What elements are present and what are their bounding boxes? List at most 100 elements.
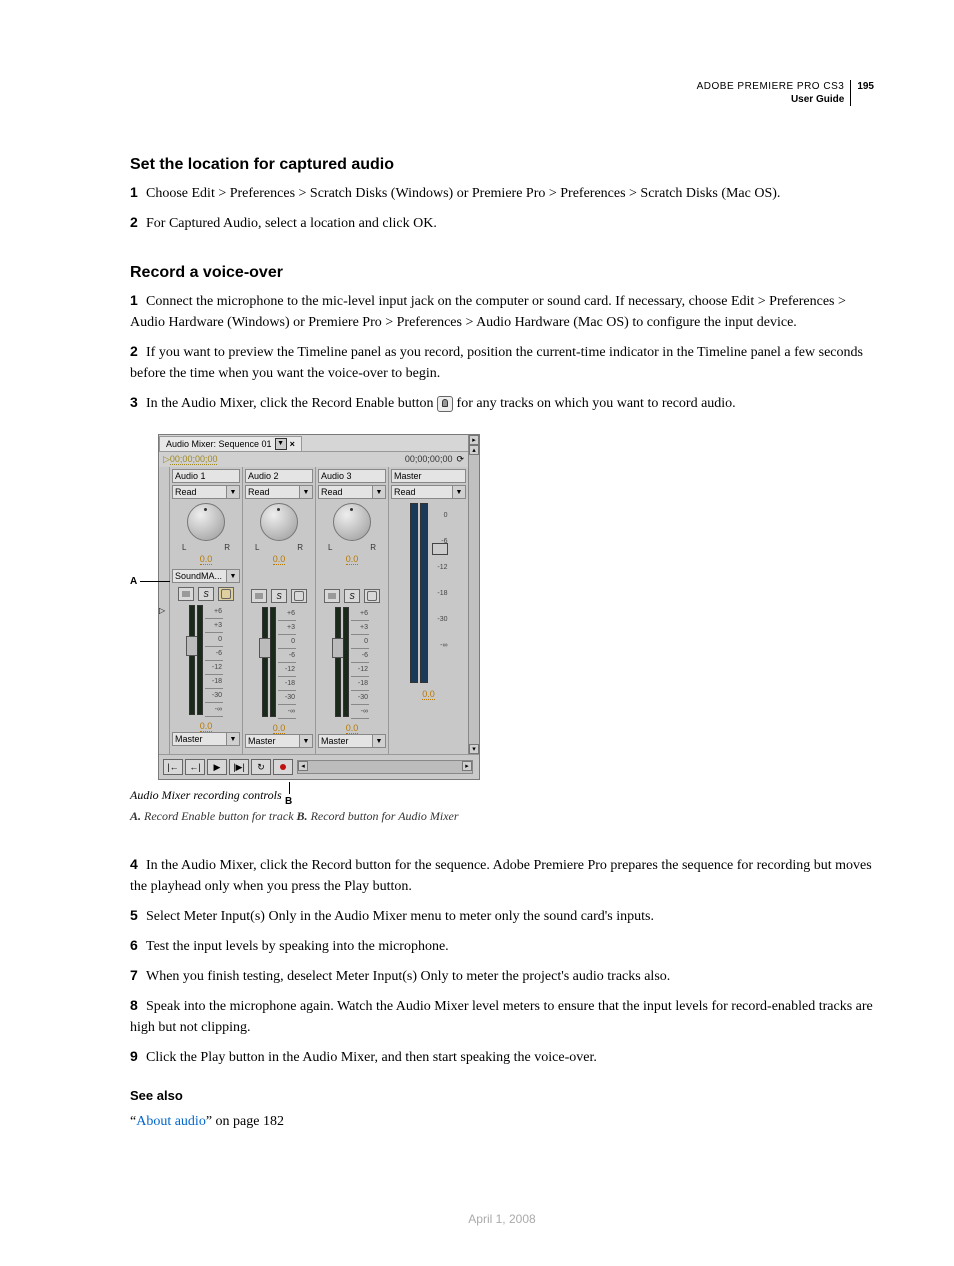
step-number: 2 [130,341,146,362]
step-text: Test the input levels by speaking into t… [146,939,449,954]
step-number: 6 [130,935,146,956]
scroll-up-icon[interactable]: ▴ [469,445,479,455]
pan-knob[interactable] [260,503,298,541]
chevron-down-icon: ▼ [227,569,240,583]
step: 7When you finish testing, deselect Meter… [130,965,874,987]
step-text: Click the Play button in the Audio Mixer… [146,1050,597,1065]
master-column: Master Read▼ 0-6-12-18-30-∞ 0.0 [389,467,468,754]
figure-caption-title: Audio Mixer recording controls [130,788,874,803]
tab-title: Audio Mixer: Sequence 01 [166,439,272,449]
header-product: ADOBE PREMIERE PRO CS3 [697,80,845,93]
master-fader[interactable] [432,543,448,555]
step-text: For Captured Audio, select a location an… [146,216,437,231]
close-icon[interactable]: × [290,439,295,449]
output-assign[interactable]: Master▼ [245,734,313,748]
volume-value[interactable]: 0.0 [200,721,213,732]
panel-menu-icon[interactable]: ▸ [469,435,479,445]
mute-button[interactable] [251,589,267,603]
step-number: 2 [130,212,146,233]
mute-button[interactable] [178,587,194,601]
current-timecode[interactable]: 00;00;00;00 [170,454,218,465]
chevron-down-icon: ▼ [227,485,240,499]
page-number: 195 [851,80,874,93]
step: 9Click the Play button in the Audio Mixe… [130,1046,874,1068]
track-name[interactable]: Master [391,469,466,483]
automation-mode[interactable]: Read▼ [318,485,386,499]
output-assign[interactable]: Master▼ [318,734,386,748]
callout-b-line [289,782,290,794]
pan-value[interactable]: 0.0 [273,554,286,565]
step-text-post: for any tracks on which you want to reco… [453,396,736,411]
callout-b-label: B [285,796,292,807]
footer-date: April 1, 2008 [130,1212,874,1226]
timecode-row: ▷ 00;00;00;00 00;00;00;00 ⟳ [159,452,468,467]
chevron-down-icon: ▼ [227,732,240,746]
panel-titlebar: Audio Mixer: Sequence 01 ▼ × [159,435,468,452]
mute-button[interactable] [324,589,340,603]
step: 2For Captured Audio, select a location a… [130,212,874,234]
automation-mode[interactable]: Read▼ [391,485,466,499]
step-number: 1 [130,290,146,311]
panel-tab[interactable]: Audio Mixer: Sequence 01 ▼ × [159,436,302,451]
effect-slot[interactable]: SoundMA...▼ [172,569,240,583]
record-enable-button[interactable] [364,589,380,603]
volume-value[interactable]: 0.0 [273,723,286,734]
scroll-down-icon[interactable]: ▾ [469,744,479,754]
step: 5Select Meter Input(s) Only in the Audio… [130,905,874,927]
scroll-left-icon[interactable]: ◂ [298,761,308,771]
section-heading: Set the location for captured audio [130,156,874,174]
transport-bar: |← ←| ▶ |▶| ↻ ◂ ▸ [159,754,479,779]
step-number: 8 [130,995,146,1016]
page-header: ADOBE PREMIERE PRO CS3 User Guide 195 [130,80,874,106]
track-name[interactable]: Audio 2 [245,469,313,483]
record-enable-button[interactable] [291,589,307,603]
section-heading: Record a voice-over [130,264,874,282]
track-name[interactable]: Audio 3 [318,469,386,483]
step-text: Choose Edit > Preferences > Scratch Disk… [146,186,780,201]
see-also-link[interactable]: About audio [136,1114,206,1129]
expand-icon[interactable]: ▷ [159,606,165,615]
pan-knob[interactable] [187,503,225,541]
tab-menu-icon[interactable]: ▼ [275,438,287,450]
transport-scrubber[interactable]: ◂ ▸ [297,760,473,774]
solo-button[interactable] [271,589,287,603]
step: 8Speak into the microphone again. Watch … [130,995,874,1038]
step-forward-button[interactable]: |▶| [229,759,249,775]
automation-mode[interactable]: Read▼ [172,485,240,499]
volume-value[interactable]: 0.0 [422,689,435,700]
pan-value[interactable]: 0.0 [346,554,359,565]
record-button[interactable] [273,759,293,775]
volume-fader[interactable] [262,607,268,717]
go-to-in-button[interactable]: |← [163,759,183,775]
step-text: If you want to preview the Timeline pane… [130,345,863,381]
play-button[interactable]: ▶ [207,759,227,775]
automation-mode[interactable]: Read▼ [245,485,313,499]
step-number: 7 [130,965,146,986]
figure: A Audio Mixer: Sequence 01 ▼ × ▷ 00;00;0… [130,434,874,780]
pan-knob[interactable] [333,503,371,541]
master-meter [410,503,418,683]
scrollbar[interactable]: ▸ ▴ ▾ [468,435,479,754]
step-back-button[interactable]: ←| [185,759,205,775]
scroll-right-icon[interactable]: ▸ [462,761,472,771]
step-text: Select Meter Input(s) Only in the Audio … [146,909,654,924]
volume-value[interactable]: 0.0 [346,723,359,734]
caption-b-label: B. [297,809,308,823]
output-assign[interactable]: Master▼ [172,732,240,746]
track-column: Audio 2 Read▼ LR 0.0 [243,467,316,754]
step-number: 3 [130,392,146,413]
volume-fader[interactable] [189,605,195,715]
track-name[interactable]: Audio 1 [172,469,240,483]
step-text: When you finish testing, deselect Meter … [146,969,670,984]
loop-icon[interactable]: ⟳ [456,454,464,465]
toggle-icon[interactable]: ▷ [163,454,170,465]
solo-button[interactable] [344,589,360,603]
solo-button[interactable] [198,587,214,601]
loop-button[interactable]: ↻ [251,759,271,775]
volume-fader[interactable] [335,607,341,717]
record-enable-button[interactable] [218,587,234,601]
header-guide: User Guide [697,93,845,106]
pan-value[interactable]: 0.0 [200,554,213,565]
duration-timecode: 00;00;00;00 [405,454,453,465]
step: 6Test the input levels by speaking into … [130,935,874,957]
